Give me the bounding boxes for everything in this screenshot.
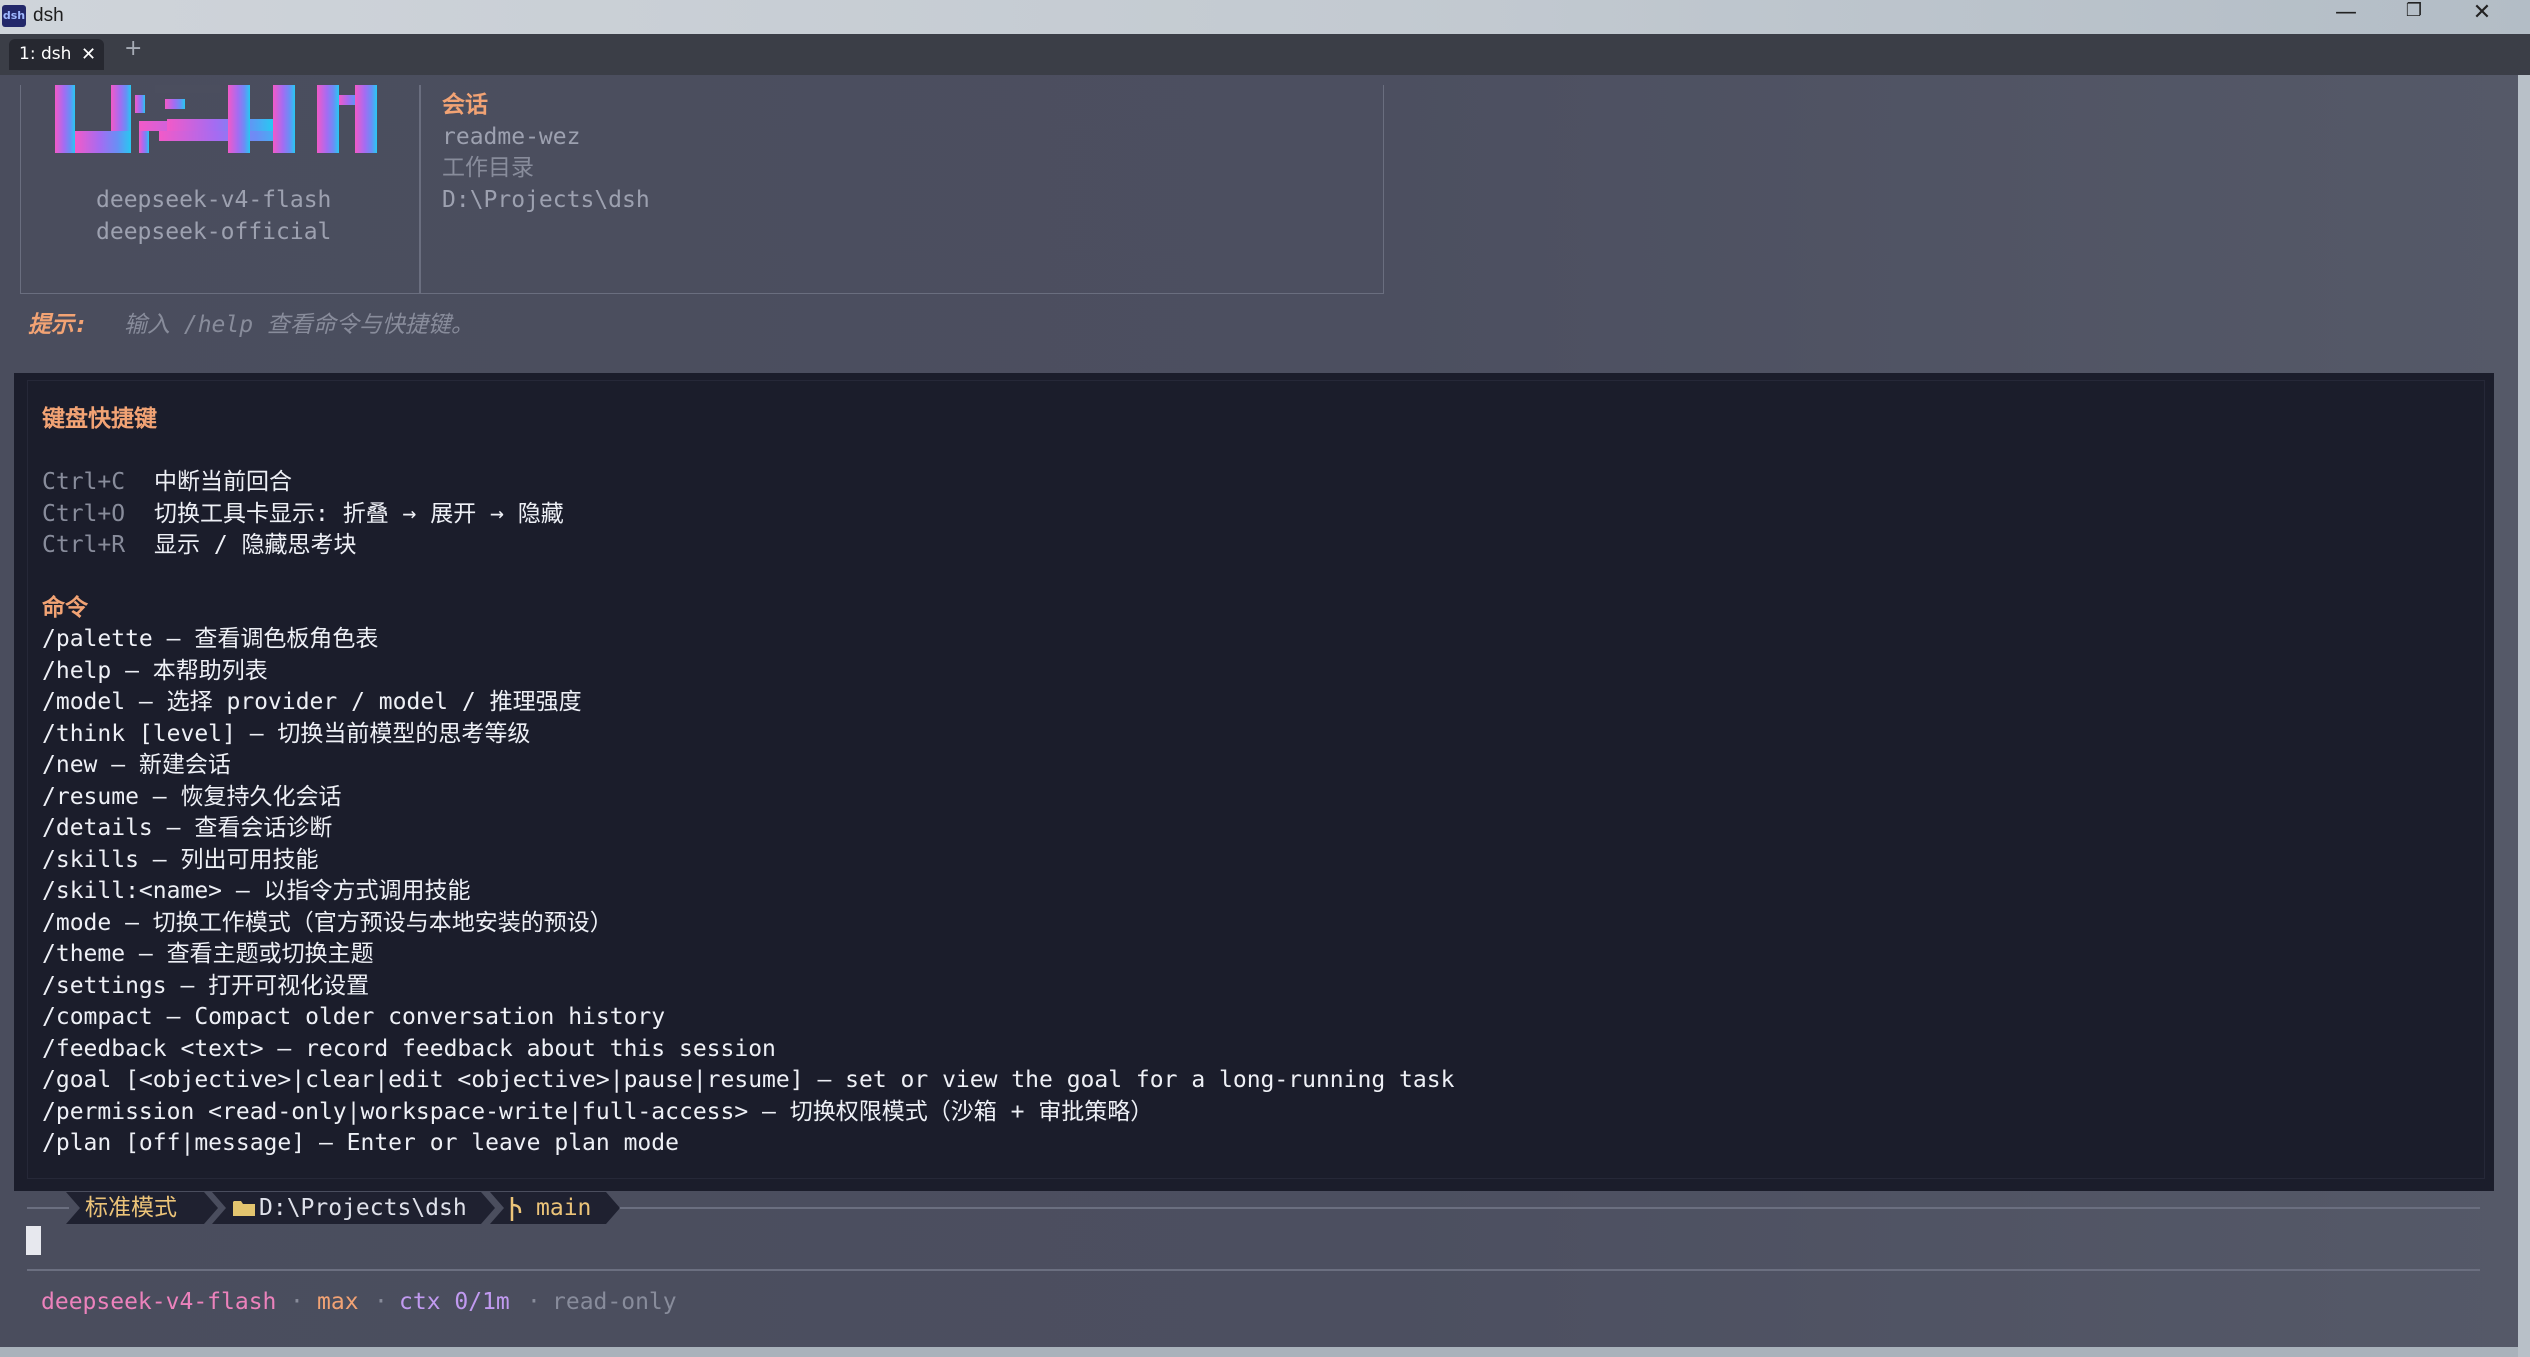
path-segment[interactable]: D:\Projects\dsh xyxy=(212,1192,495,1224)
command-item: /goal [<objective>|clear|edit <objective… xyxy=(42,1067,1455,1093)
input-rule xyxy=(27,1269,2480,1271)
mode-segment[interactable]: 标准模式 xyxy=(66,1192,218,1224)
footer-separator: · xyxy=(290,1289,304,1315)
command-item: /help — 本帮助列表 xyxy=(42,658,268,684)
status-path: D:\Projects\dsh xyxy=(259,1195,467,1221)
commands-title: 命令 xyxy=(42,595,88,621)
tab-dsh[interactable]: 1: dsh ✕ xyxy=(9,39,104,70)
shortcut-desc: 显示 / 隐藏思考块 xyxy=(154,532,357,558)
restore-button[interactable]: ❐ xyxy=(2380,0,2448,34)
command-item: /feedback <text> — record feedback about… xyxy=(42,1036,776,1062)
footer-context: ctx 0/1m xyxy=(399,1289,510,1315)
app-icon: dsh xyxy=(2,5,26,27)
command-item: /new — 新建会话 xyxy=(42,752,231,778)
input-cursor[interactable] xyxy=(26,1226,41,1255)
branch-name: main xyxy=(536,1195,592,1221)
footer-separator: · xyxy=(527,1289,541,1315)
command-item: /resume — 恢复持久化会话 xyxy=(42,784,342,810)
command-item: /model — 选择 provider / model / 推理强度 xyxy=(42,689,582,715)
session-heading: 会话 xyxy=(442,92,488,118)
footer-permission: read-only xyxy=(552,1289,677,1315)
status-rule-right xyxy=(616,1207,2480,1209)
workdir-heading: 工作目录 xyxy=(442,155,534,181)
scrollbar[interactable] xyxy=(2518,75,2530,1357)
dsh-logo xyxy=(55,85,377,153)
command-item: /theme — 查看主题或切换主题 xyxy=(42,941,374,967)
shortcut-desc: 中断当前回合 xyxy=(154,469,292,495)
command-item: /settings — 打开可视化设置 xyxy=(42,973,370,999)
shortcut-desc: 切换工具卡显示: 折叠 → 展开 → 隐藏 xyxy=(154,501,564,527)
workdir-path: D:\Projects\dsh xyxy=(442,187,650,213)
command-item: /mode — 切换工作模式（官方预设与本地安装的预设） xyxy=(42,910,613,936)
hint-text: 输入 /help 查看命令与快捷键。 xyxy=(124,312,474,338)
shortcut-key: Ctrl+R xyxy=(42,532,126,558)
command-item: /plan [off|message] — Enter or leave pla… xyxy=(42,1130,679,1156)
folder-icon xyxy=(233,1200,255,1217)
session-name: readme-wez xyxy=(442,124,581,150)
title-bar: dsh dsh — ❐ ✕ xyxy=(0,0,2530,34)
command-item: /permission <read-only|workspace-write|f… xyxy=(42,1099,1154,1125)
branch-segment[interactable]: main xyxy=(490,1192,620,1224)
footer-effort: max xyxy=(317,1289,359,1315)
footer-model: deepseek-v4-flash xyxy=(41,1289,277,1315)
shortcut-key: Ctrl+C xyxy=(42,469,126,495)
minimize-button[interactable]: — xyxy=(2312,0,2380,34)
window-title: dsh xyxy=(33,5,64,26)
command-item: /think [level] — 切换当前模型的思考等级 xyxy=(42,721,531,747)
new-tab-button[interactable]: + xyxy=(124,36,142,61)
provider-name: deepseek-official xyxy=(96,219,332,245)
command-item: /palette — 查看调色板角色表 xyxy=(42,626,379,652)
status-rule-left xyxy=(27,1207,69,1209)
window-bottom-edge xyxy=(0,1347,2518,1357)
command-item: /compact — Compact older conversation hi… xyxy=(42,1004,666,1030)
hint-label: 提示: xyxy=(28,312,88,338)
model-name: deepseek-v4-flash xyxy=(96,187,332,213)
mode-label: 标准模式 xyxy=(85,1195,177,1221)
tab-label: 1: dsh xyxy=(19,44,72,64)
command-item: /skill:<name> — 以指令方式调用技能 xyxy=(42,878,471,904)
footer-separator: · xyxy=(374,1289,388,1315)
tab-bar: 1: dsh ✕ + xyxy=(0,34,2530,75)
shortcuts-title: 键盘快捷键 xyxy=(42,406,157,432)
tab-close-icon[interactable]: ✕ xyxy=(81,39,96,70)
command-item: /skills — 列出可用技能 xyxy=(42,847,319,873)
shortcut-key: Ctrl+O xyxy=(42,501,126,527)
command-item: /details — 查看会话诊断 xyxy=(42,815,333,841)
git-branch-icon xyxy=(508,1197,524,1221)
welcome-divider xyxy=(419,85,421,293)
close-button[interactable]: ✕ xyxy=(2448,0,2516,34)
